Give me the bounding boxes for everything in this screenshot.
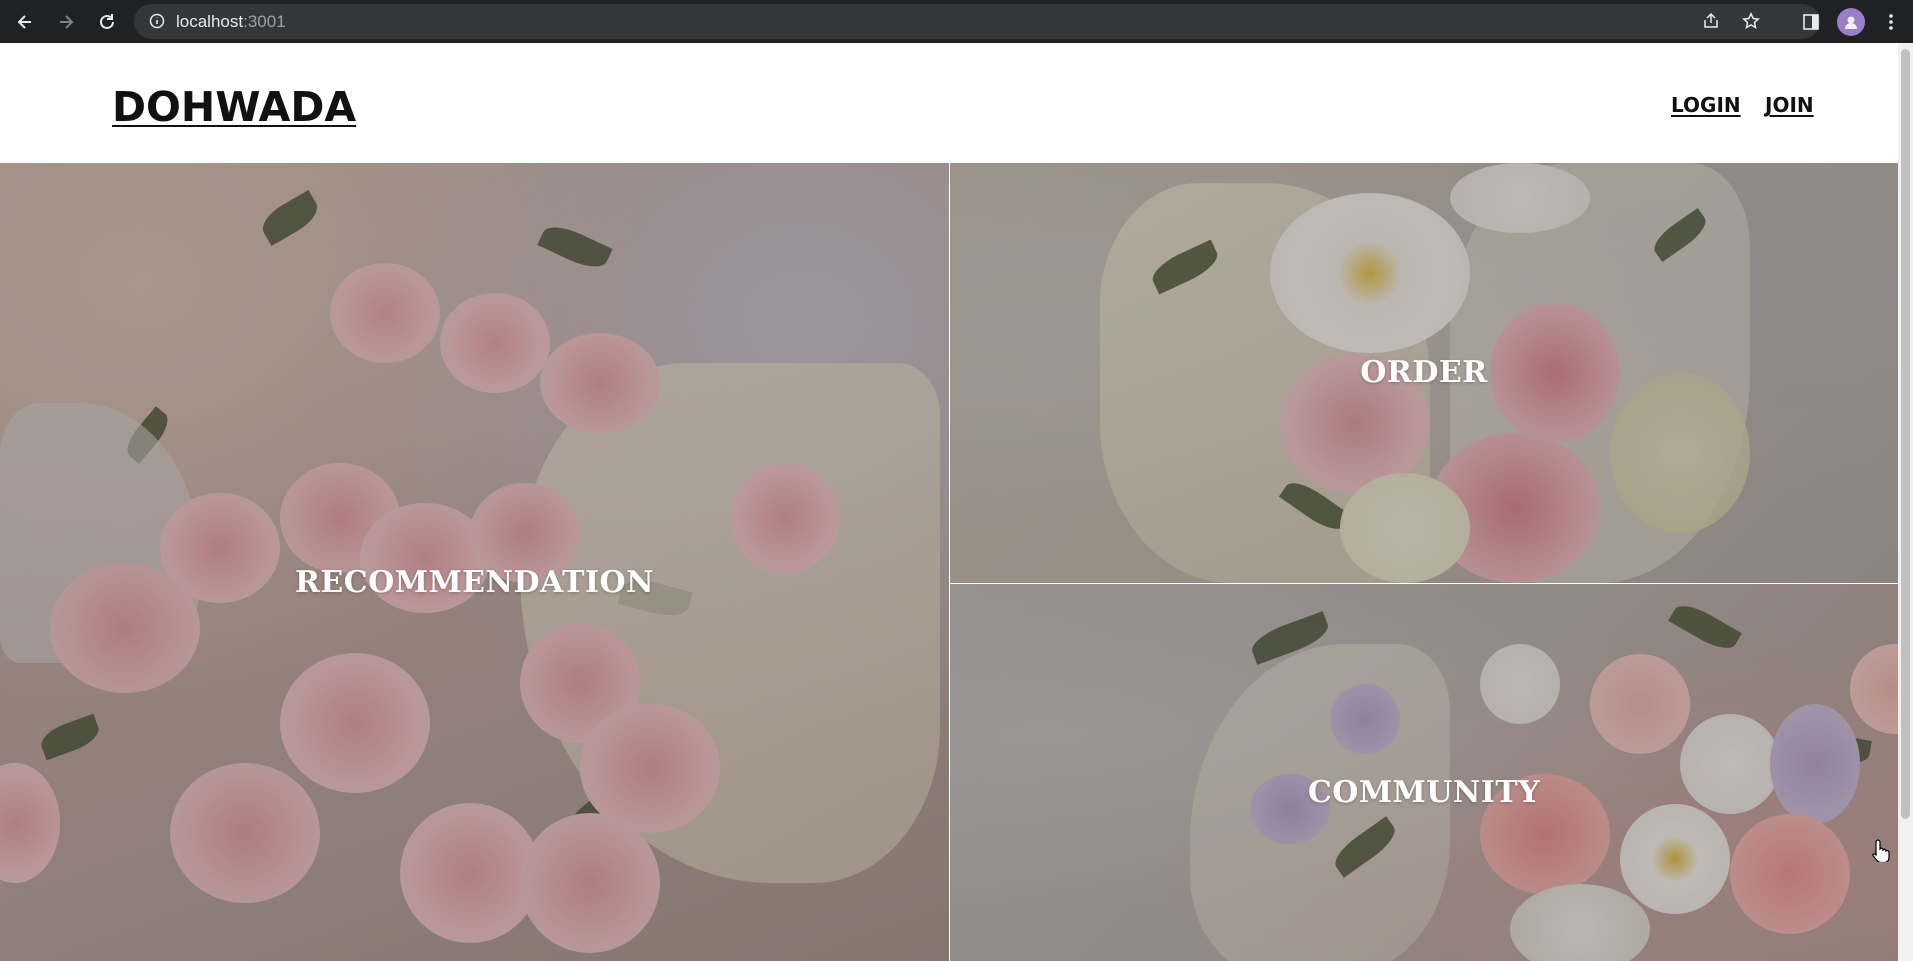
url-text: localhost:3001 xyxy=(176,12,286,32)
join-link[interactable]: JOIN xyxy=(1765,93,1814,117)
page-scrollbar[interactable] xyxy=(1898,43,1913,961)
info-icon[interactable] xyxy=(144,8,170,34)
menu-icon[interactable] xyxy=(1878,9,1904,35)
reload-icon[interactable] xyxy=(93,8,121,36)
sidebar-icon[interactable] xyxy=(1798,9,1824,35)
profile-avatar[interactable] xyxy=(1837,8,1865,36)
site-header: DOHWADA LOGIN JOIN xyxy=(0,43,1898,163)
star-icon[interactable] xyxy=(1738,8,1764,34)
scrollbar-thumb[interactable] xyxy=(1901,49,1910,819)
address-bar[interactable]: localhost:3001 xyxy=(134,4,1820,39)
login-link[interactable]: LOGIN xyxy=(1671,93,1741,117)
panel-overlay xyxy=(950,584,1898,961)
back-icon[interactable] xyxy=(11,8,39,36)
community-panel[interactable]: COMMUNITY xyxy=(950,584,1898,961)
order-label: ORDER xyxy=(1360,355,1488,390)
site-logo[interactable]: DOHWADA xyxy=(112,83,356,131)
recommendation-panel[interactable]: RECOMMENDATION xyxy=(0,163,949,961)
browser-toolbar: localhost:3001 xyxy=(0,0,1913,43)
panel-overlay xyxy=(0,163,949,961)
community-label: COMMUNITY xyxy=(1307,775,1541,810)
url-host: localhost xyxy=(176,12,244,31)
forward-icon[interactable] xyxy=(52,8,80,36)
url-port: :3001 xyxy=(243,12,286,31)
order-panel[interactable]: ORDER xyxy=(950,163,1898,583)
share-icon[interactable] xyxy=(1698,8,1724,34)
recommendation-label: RECOMMENDATION xyxy=(294,565,655,600)
hand-cursor-icon xyxy=(1872,838,1892,867)
